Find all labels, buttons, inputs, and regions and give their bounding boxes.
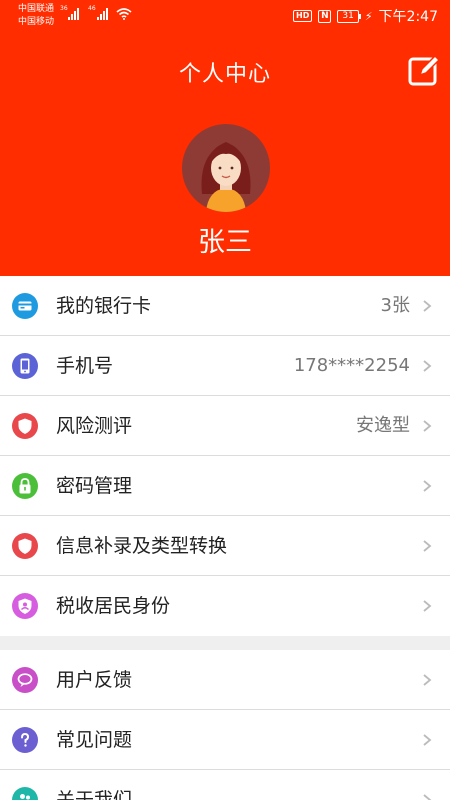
menu-item-tax-residency[interactable]: 税收居民身份 [0, 576, 450, 636]
menu-item-about[interactable]: 关于我们 [0, 770, 450, 800]
section-divider [0, 637, 450, 650]
edit-icon[interactable] [408, 55, 440, 87]
carrier-info: 中国联通 中国移动 [18, 3, 54, 29]
shield-icon [12, 533, 38, 559]
menu-label: 用户反馈 [56, 669, 133, 691]
wifi-icon [116, 8, 132, 20]
menu-value: 安逸型 [356, 415, 410, 436]
menu-label: 我的银行卡 [56, 295, 152, 317]
network-type-2: 46 [88, 5, 96, 12]
battery-icon: 31 [337, 9, 362, 23]
chevron-right-icon [423, 674, 432, 686]
menu-item-phone[interactable]: 手机号 178****2254 [0, 336, 450, 396]
menu-item-info-supplement[interactable]: 信息补录及类型转换 [0, 516, 450, 576]
profile-header: 中国联通 中国移动 36 46 HD N 31 ⚡ 下午2:47 个人中心 张三 [0, 0, 450, 276]
shield-icon [12, 413, 38, 439]
chevron-right-icon [423, 300, 432, 312]
chevron-right-icon [423, 734, 432, 746]
chevron-right-icon [423, 540, 432, 552]
menu-item-feedback[interactable]: 用户反馈 [0, 650, 450, 710]
chevron-right-icon [423, 600, 432, 612]
menu-item-bank-card[interactable]: 我的银行卡 3张 [0, 276, 450, 336]
menu-label: 风险测评 [56, 415, 133, 437]
menu-label: 税收居民身份 [56, 595, 171, 617]
menu-item-risk-assessment[interactable]: 风险测评 安逸型 [0, 396, 450, 456]
chevron-right-icon [423, 360, 432, 372]
chevron-right-icon [423, 794, 432, 800]
nfc-icon: N [318, 9, 332, 23]
bank-card-icon [12, 293, 38, 319]
carrier-1: 中国联通 [18, 4, 55, 14]
menu-value: 3张 [380, 295, 410, 316]
menu-item-faq[interactable]: 常见问题 [0, 710, 450, 770]
hd-badge: HD [293, 10, 313, 22]
about-icon [12, 787, 38, 800]
id-shield-icon [12, 593, 38, 619]
status-bar: 中国联通 中国移动 36 46 HD N 31 ⚡ 下午2:47 [0, 0, 450, 32]
menu-value: 178****2254 [293, 355, 410, 376]
menu-item-password[interactable]: 密码管理 [0, 456, 450, 516]
user-name: 张三 [198, 227, 252, 258]
menu-label: 密码管理 [56, 475, 133, 497]
lock-icon [12, 473, 38, 499]
phone-icon [12, 353, 38, 379]
status-time: 下午2:47 [378, 9, 438, 25]
page-title: 个人中心 [178, 62, 271, 87]
chevron-right-icon [423, 420, 432, 432]
menu-group-support: 用户反馈 常见问题 关于我们 [0, 650, 450, 800]
signal-2-icon [97, 8, 108, 20]
carrier-2: 中国移动 [18, 17, 55, 27]
question-icon [12, 727, 38, 753]
charging-icon: ⚡ [364, 9, 373, 23]
chevron-right-icon [423, 480, 432, 492]
avatar[interactable] [182, 124, 270, 212]
signal-1-icon [68, 8, 79, 20]
menu-label: 常见问题 [56, 729, 133, 751]
menu-group-account: 我的银行卡 3张 手机号 178****2254 风险测评 安逸型 密码管理 信… [0, 276, 450, 636]
menu-label: 信息补录及类型转换 [56, 535, 228, 557]
network-type-1: 36 [60, 5, 68, 12]
feedback-icon [12, 667, 38, 693]
menu-label: 关于我们 [56, 789, 133, 800]
user-avatar-icon [201, 142, 251, 212]
menu-label: 手机号 [56, 355, 114, 377]
